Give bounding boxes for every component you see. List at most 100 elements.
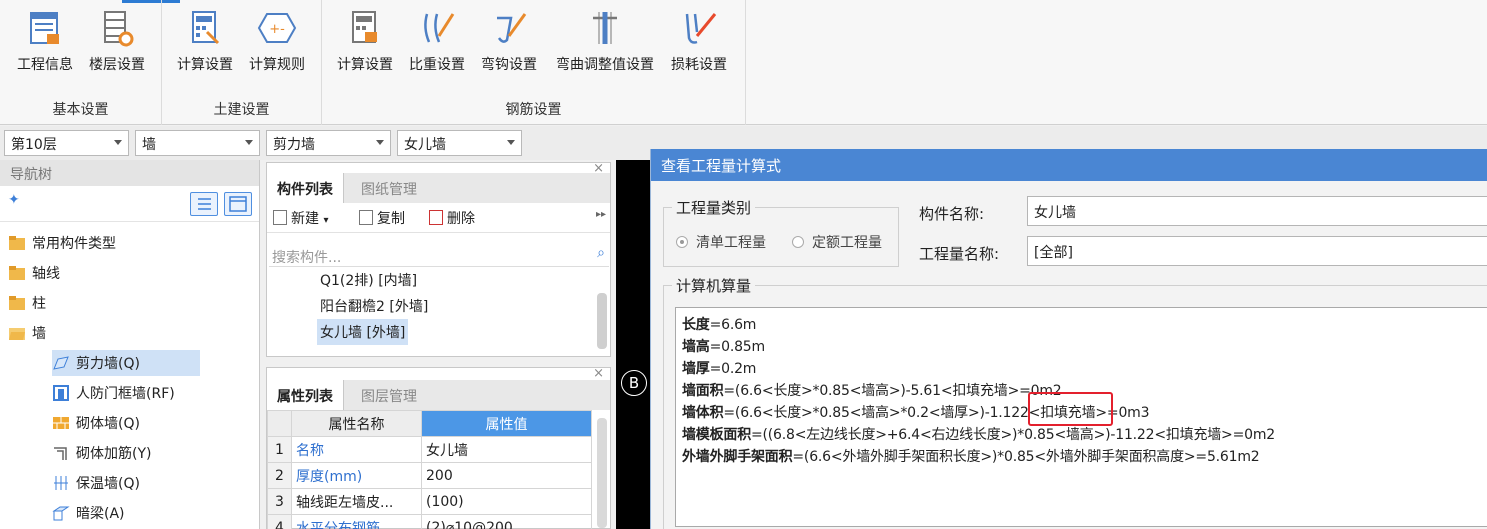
row-index: 4: [267, 514, 292, 529]
calc-rules-icon: +-: [257, 13, 297, 43]
category-dropdown[interactable]: 墙: [135, 130, 260, 156]
tree-view-button[interactable]: [224, 192, 252, 216]
formula-value: =6.6m: [709, 317, 757, 333]
new-component-button[interactable]: 新建 ▾: [273, 208, 328, 228]
hook-settings-button[interactable]: 弯钩设置: [476, 8, 542, 78]
copy-icon: [359, 210, 373, 225]
nav-item-masonry-wall[interactable]: 砌体墙(Q): [52, 410, 140, 436]
property-value[interactable]: 200: [421, 462, 592, 489]
rebar-calc-settings-label: 计算设置: [337, 57, 393, 73]
brick-wall-icon: [52, 415, 70, 431]
shear-wall-icon: [52, 355, 70, 371]
formula-value: =(6.6<外墙外脚手架面积长度>)*0.85<外墙外脚手架面积高度>=5.61…: [792, 449, 1260, 465]
close-icon[interactable]: ×: [593, 366, 604, 381]
calc-rules-button[interactable]: +- 计算规则: [244, 8, 310, 78]
calc-settings-icon: [192, 11, 220, 45]
bend-adjust-button[interactable]: 弯曲调整值设置: [550, 8, 660, 78]
table-row[interactable]: 3 轴线距左墙皮... (100): [267, 488, 592, 515]
category-dropdown-value: 墙: [142, 137, 156, 153]
floor-dropdown[interactable]: 第10层: [4, 130, 129, 156]
nav-item-label: 轴线: [32, 266, 60, 282]
table-row[interactable]: 4 水平分布钢筋 (2)⌀10@200: [267, 514, 592, 529]
app-window: 工程信息 楼层设置 基本设置 计算设置 +- 计算规则 土建设置 计算设置 比重…: [0, 0, 1487, 529]
component-item-q1[interactable]: Q1(2排) [内墙]: [317, 267, 420, 293]
loss-settings-icon: [685, 13, 717, 44]
list-view-button[interactable]: [190, 192, 218, 216]
item-dropdown[interactable]: 女儿墙: [397, 130, 522, 156]
component-list-panel: × 构件列表 图纸管理 新建 ▾ 复制 删除 ▸▸ 搜索构件... ⌕ Q1(2…: [266, 161, 611, 357]
loss-settings-button[interactable]: 损耗设置: [666, 8, 732, 78]
formula-key: 外墙外脚手架面积: [682, 449, 793, 465]
formula-line: 墙模板面积=((6.8<左边线长度>+6.4<右边线长度>)*0.85<墙高>)…: [682, 424, 1481, 446]
quantity-type-legend: 工程量类别: [672, 197, 756, 218]
hook-settings-label: 弯钩设置: [481, 57, 537, 73]
item-dropdown-value: 女儿墙: [404, 137, 446, 153]
floor-dropdown-value: 第10层: [11, 137, 57, 153]
formula-key: 墙面积: [682, 383, 724, 399]
chevron-down-icon: [245, 140, 253, 145]
header-property-value: 属性值: [421, 410, 592, 437]
weight-settings-button[interactable]: 比重设置: [404, 8, 470, 78]
header-property-name: 属性名称: [291, 410, 422, 437]
component-name-field[interactable]: 女儿墙: [1027, 196, 1487, 226]
nav-toolbar: ✦: [0, 186, 259, 222]
component-item-parapet[interactable]: 女儿墙 [外墙]: [317, 319, 409, 345]
more-icon[interactable]: ▸▸: [596, 209, 606, 220]
type-dropdown[interactable]: 剪力墙: [266, 130, 391, 156]
delete-icon: [429, 210, 443, 225]
delete-component-button[interactable]: 删除: [429, 208, 475, 228]
nav-item-shear-wall[interactable]: 剪力墙(Q): [52, 350, 200, 376]
masonry-rebar-icon: [52, 445, 70, 461]
nav-item-masonry-rebar[interactable]: 砌体加筋(Y): [52, 440, 151, 466]
nav-item-common-types[interactable]: 常用构件类型: [8, 230, 116, 256]
quantity-name-field[interactable]: [全部]: [1027, 236, 1487, 266]
floor-settings-button[interactable]: 楼层设置: [84, 8, 150, 78]
component-list-scrollbar[interactable]: [597, 293, 607, 349]
radio-quota-label: 定额工程量: [812, 235, 882, 251]
ribbon: 工程信息 楼层设置 基本设置 计算设置 +- 计算规则 土建设置 计算设置 比重…: [0, 0, 1487, 125]
rebar-calc-settings-button[interactable]: 计算设置: [332, 8, 398, 78]
folder-icon: [8, 265, 26, 281]
drawing-canvas[interactable]: [616, 160, 650, 529]
rebar-calc-settings-icon: [352, 11, 377, 43]
property-list-scrollbar[interactable]: [597, 418, 607, 528]
navigation-tree: 导航树 ✦ 常用构件类型 轴线 柱 墙 剪力墙(Q) 人防门框墙(RF) 砌体墙…: [0, 160, 260, 529]
nav-item-hidden-beam[interactable]: 暗梁(A): [52, 500, 125, 526]
project-info-button[interactable]: 工程信息: [12, 8, 78, 78]
nav-tree-title: 导航树: [0, 160, 259, 186]
expand-icon[interactable]: ✦: [8, 192, 20, 208]
nav-item-label: 人防门框墙(RF): [76, 386, 175, 402]
property-value[interactable]: (100): [421, 488, 592, 515]
nav-item-column[interactable]: 柱: [8, 290, 46, 316]
nav-item-label: 砌体墙(Q): [76, 416, 140, 432]
nav-item-label: 暗梁(A): [76, 506, 125, 522]
calc-settings-button[interactable]: 计算设置: [172, 8, 238, 78]
radio-quota-quantity[interactable]: 定额工程量: [792, 232, 882, 252]
tab-layer-management[interactable]: 图层管理: [351, 380, 427, 410]
property-name: 水平分布钢筋: [291, 514, 422, 529]
ribbon-group-civil: 计算设置 +- 计算规则 土建设置: [162, 0, 322, 125]
nav-item-wall[interactable]: 墙: [8, 320, 46, 346]
quantity-type-group: 工程量类别 清单工程量 定额工程量: [663, 197, 899, 267]
component-search-input[interactable]: 搜索构件... ⌕: [269, 245, 609, 267]
search-icon[interactable]: ⌕: [597, 245, 605, 261]
nav-item-insulation-wall[interactable]: 保温墙(Q): [52, 470, 140, 496]
component-item-balcony[interactable]: 阳台翻檐2 [外墙]: [317, 293, 431, 319]
table-row[interactable]: 1 名称 女儿墙: [267, 436, 592, 463]
tab-component-list[interactable]: 构件列表: [267, 173, 344, 203]
component-name-label: 构件名称:: [919, 205, 985, 223]
property-panel-tabs: 属性列表 图层管理: [267, 380, 610, 410]
component-panel-tabs: 构件列表 图纸管理: [267, 173, 610, 203]
copy-component-button[interactable]: 复制: [359, 208, 405, 228]
chevron-down-icon: [507, 140, 515, 145]
tab-drawing-management[interactable]: 图纸管理: [351, 173, 427, 203]
radio-bill-quantity[interactable]: 清单工程量: [676, 232, 766, 252]
chevron-down-icon: [114, 140, 122, 145]
table-row[interactable]: 2 厚度(mm) 200: [267, 462, 592, 489]
tab-property-list[interactable]: 属性列表: [267, 380, 344, 410]
nav-item-civil-defense-wall[interactable]: 人防门框墙(RF): [52, 380, 175, 406]
nav-item-axis[interactable]: 轴线: [8, 260, 60, 286]
ribbon-group-basic: 工程信息 楼层设置 基本设置: [0, 0, 162, 125]
property-value[interactable]: (2)⌀10@200: [421, 514, 592, 529]
property-value[interactable]: 女儿墙: [421, 436, 592, 463]
